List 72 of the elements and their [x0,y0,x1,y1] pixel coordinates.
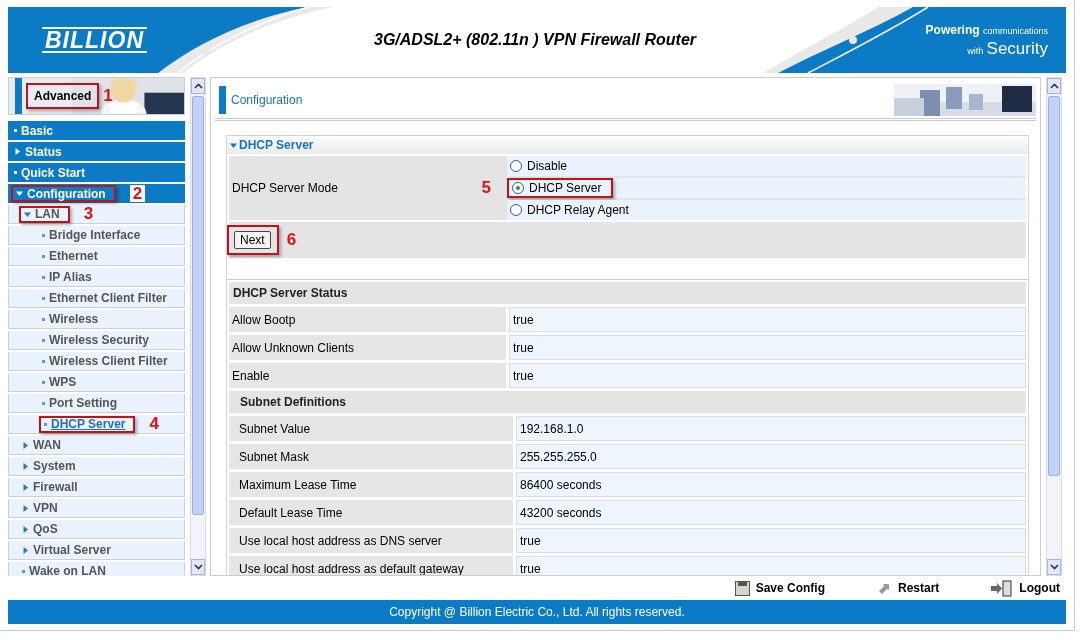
exit-door-icon [991,579,1014,597]
bullet-icon [42,317,45,321]
caret-down-icon [1049,564,1059,570]
table-cell: true [509,307,1026,332]
nav-item[interactable]: DHCP Server [39,415,136,433]
table-cell: 192.168.1.0 [516,416,1026,441]
table-cell: Use local host address as DNS server [229,528,513,553]
brand-logo: BILLION [42,27,147,53]
radio-option[interactable]: Disable [507,158,578,174]
bullet-icon [22,569,25,573]
field-label: DHCP Server Mode [232,181,338,195]
toolbar-button[interactable]: Restart [877,580,940,596]
table-heading: Subnet Definitions [229,391,1026,413]
bullet-icon [42,254,45,258]
caret-down-icon [193,564,203,570]
bullet-icon [42,296,45,300]
accent-bar [219,85,226,114]
bullet-icon [42,380,45,384]
table-cell: true [516,556,1026,575]
callout-number: 6 [286,230,297,250]
scroll-down-button[interactable] [191,559,205,575]
tagline: Powering communications with Security [925,22,1048,60]
section-header[interactable]: DHCP Server [227,136,1028,154]
callout-number: 1 [103,86,113,106]
callout-number: 2 [129,185,146,202]
table-cell: 86400 seconds [516,472,1026,497]
next-button[interactable]: Next [234,231,271,249]
scroll-up-button[interactable] [191,78,205,94]
table-cell: 43200 seconds [516,500,1026,525]
scrollbar[interactable] [1046,77,1062,576]
bullet-icon [14,171,17,174]
bullet-icon [44,422,47,426]
mode-label: Advanced [26,83,100,109]
table-cell: Use local host address as default gateway [229,556,513,575]
toolbar-button[interactable]: Logout [991,579,1060,597]
table-cell: Default Lease Time [229,500,513,525]
bullet-icon [42,338,45,342]
nav-item[interactable]: Configuration [11,185,116,202]
radio-option[interactable]: DHCP Server [507,178,614,198]
bullet-icon [42,401,45,405]
page-title: Configuration [231,92,304,107]
copyright-text: Copyright @ Billion Electric Co., Ltd. All rights reserved. [389,605,685,619]
scroll-thumb[interactable] [192,96,204,515]
nav-item[interactable]: LAN [19,205,70,223]
callout-number: 4 [149,414,159,434]
toolbar-button[interactable]: Save Config [734,580,825,596]
bullet-icon [42,275,45,279]
bullet-icon [42,233,45,237]
scroll-thumb[interactable] [1048,96,1060,476]
table-heading: DHCP Server Status [229,282,1026,304]
section-title: DHCP Server [239,138,314,152]
table-cell: Maximum Lease Time [229,472,513,497]
table-cell: Enable [229,363,506,388]
callout-number: 5 [481,178,491,198]
bullet-icon [42,359,45,363]
caret-up-icon [1049,83,1059,89]
product-title: 3G/ADSL2+ (802.11n ) VPN Firewall Router [374,31,697,49]
scroll-down-button[interactable] [1047,559,1061,575]
table-cell: true [516,528,1026,553]
table-cell: true [509,363,1026,388]
accent-bar [15,78,22,114]
table-cell: true [509,335,1026,360]
caret-up-icon [193,83,203,89]
bullet-icon [14,129,17,132]
callout-number: 3 [83,204,94,224]
scroll-up-button[interactable] [1047,78,1061,94]
table-cell: Allow Unknown Clients [229,335,506,360]
scrollbar[interactable] [190,77,206,576]
table-cell: Subnet Mask [229,444,513,469]
table-cell: Subnet Value [229,416,513,441]
table-cell: 255.255.255.0 [516,444,1026,469]
table-cell: Allow Bootp [229,307,506,332]
